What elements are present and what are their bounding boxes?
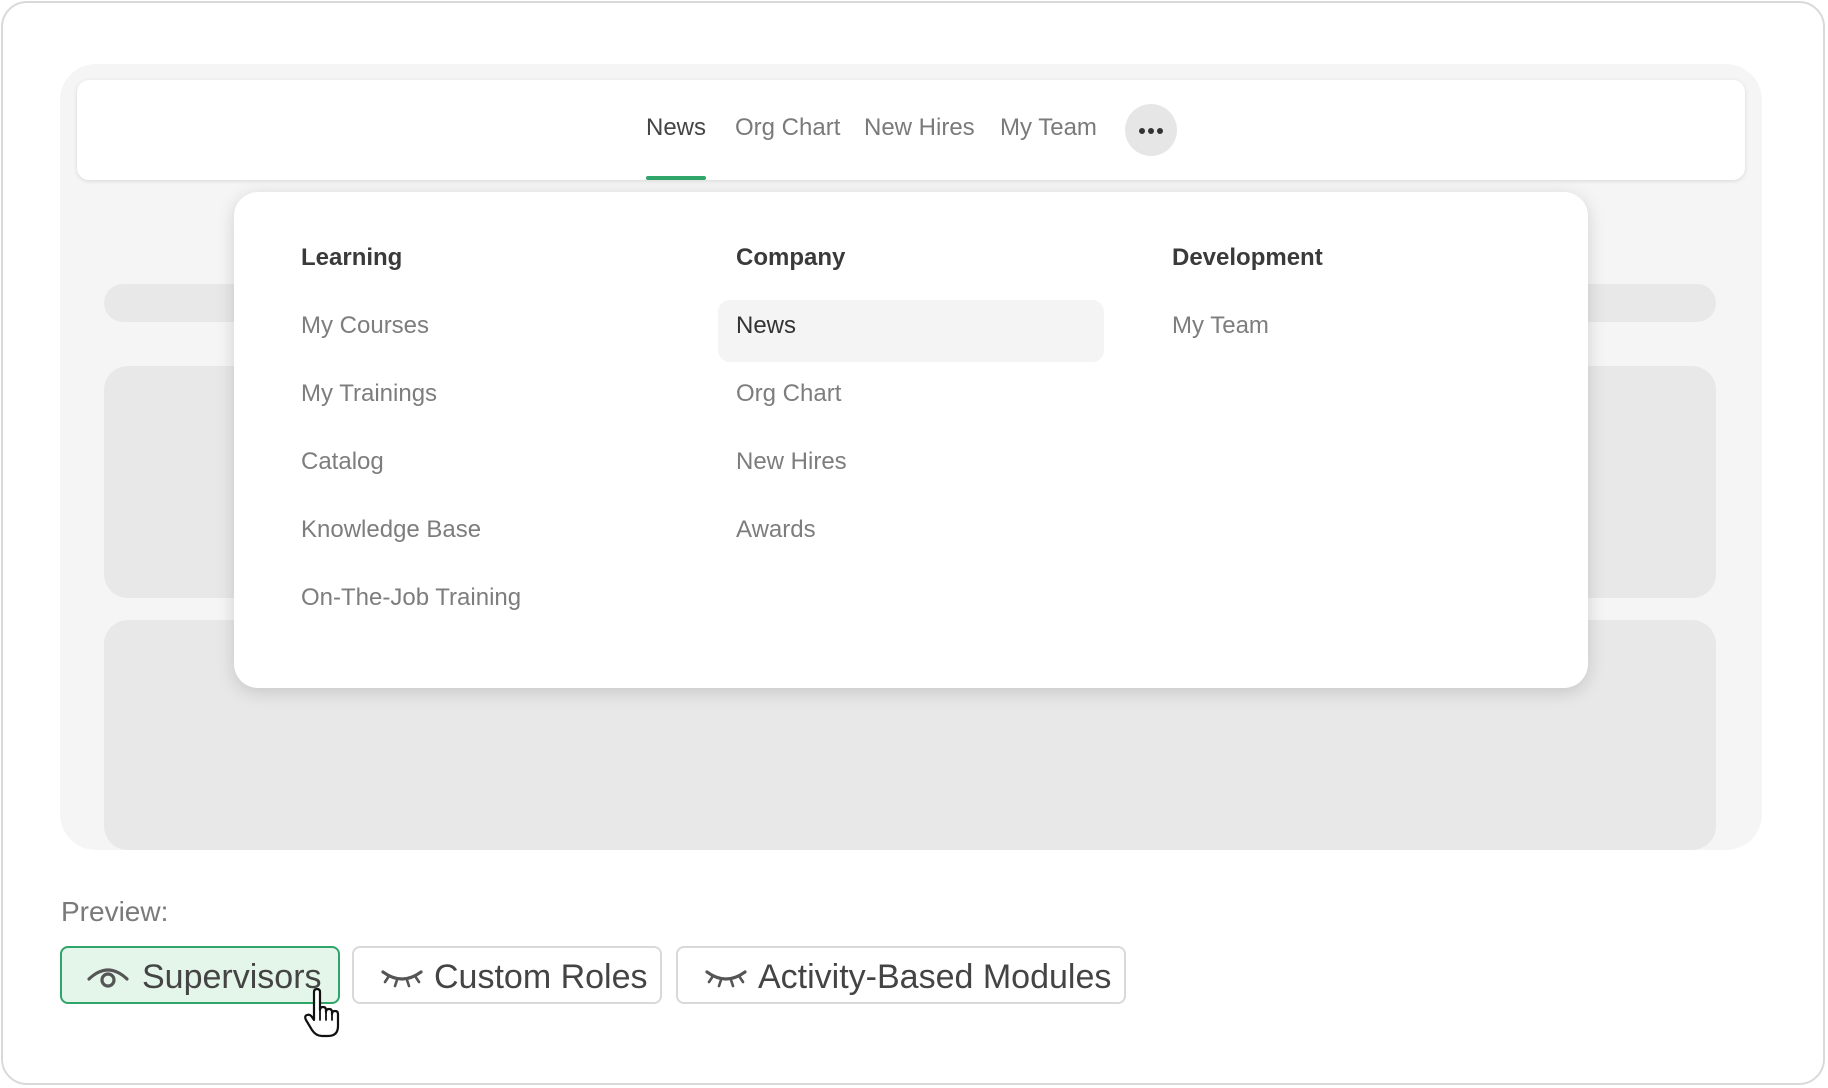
nav-tab-label: News	[646, 114, 707, 141]
menu-item-knowledge-base[interactable]: Knowledge Base	[301, 516, 481, 544]
nav-tab-label: Org Chart	[735, 114, 841, 141]
eye-open-icon	[86, 962, 130, 1001]
active-tab-underline	[646, 176, 707, 180]
menu-item-org-chart[interactable]: Org Chart	[736, 380, 841, 408]
nav-tab-label: My Team	[1000, 114, 1097, 141]
more-dropdown-menu: Learning My Courses My Trainings Catalog…	[234, 192, 1588, 688]
button-label: Supervisors	[142, 958, 322, 996]
hand-pointer-cursor-icon	[304, 987, 344, 1040]
menu-item-new-hires[interactable]: New Hires	[736, 448, 847, 476]
menu-item-awards[interactable]: Awards	[736, 516, 816, 544]
menu-item-my-trainings[interactable]: My Trainings	[301, 380, 437, 408]
top-navigation: News Org Chart New Hires My Team	[77, 80, 1745, 180]
menu-item-on-the-job-training[interactable]: On-The-Job Training	[301, 584, 521, 612]
button-label: Custom Roles	[434, 958, 648, 996]
preview-custom-roles-button[interactable]: Custom Roles	[352, 946, 662, 1004]
menu-heading-development: Development	[1172, 244, 1323, 271]
preview-activity-based-modules-button[interactable]: Activity-Based Modules	[676, 946, 1126, 1004]
nav-tab-org-chart[interactable]: Org Chart	[735, 80, 840, 180]
menu-item-news[interactable]: News	[736, 312, 796, 340]
menu-heading-learning: Learning	[301, 244, 403, 271]
more-menu-button[interactable]	[1125, 104, 1177, 156]
nav-tab-news[interactable]: News	[646, 80, 707, 180]
preview-supervisors-button[interactable]: Supervisors	[60, 946, 340, 1004]
nav-tab-label: New Hires	[864, 114, 975, 141]
eye-closed-icon	[380, 962, 424, 1001]
button-label: Activity-Based Modules	[758, 958, 1112, 996]
menu-item-catalog[interactable]: Catalog	[301, 448, 384, 476]
nav-tab-my-team[interactable]: My Team	[1000, 80, 1097, 180]
preview-label: Preview:	[61, 896, 169, 927]
menu-heading-company: Company	[736, 244, 846, 271]
menu-item-my-team[interactable]: My Team	[1172, 312, 1269, 340]
eye-closed-icon	[704, 962, 748, 1001]
nav-tab-new-hires[interactable]: New Hires	[864, 80, 975, 180]
menu-item-my-courses[interactable]: My Courses	[301, 312, 429, 340]
